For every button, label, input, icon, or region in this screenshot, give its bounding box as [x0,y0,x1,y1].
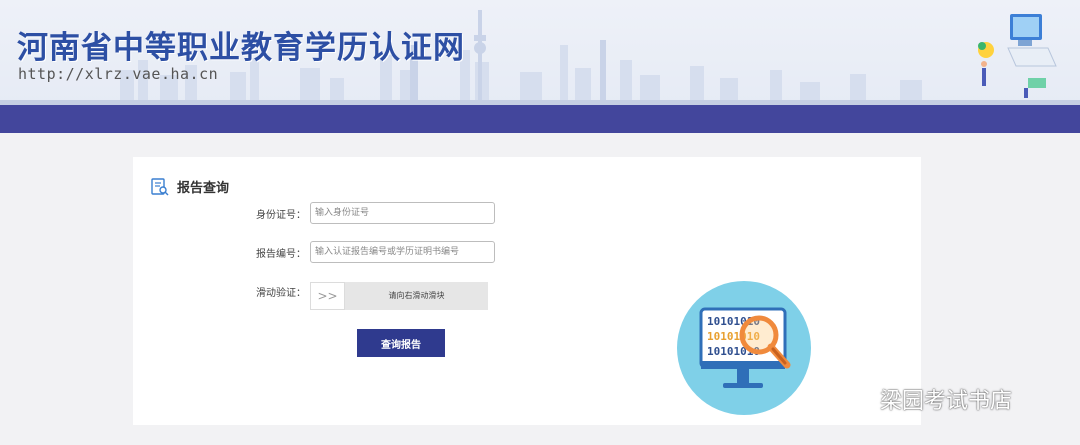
slide-verify-label: 滑动验证： [256,288,306,299]
slide-verify-track[interactable]: >> 请向右滑动滑块 [310,282,488,310]
card-title: 报告查询 [177,181,230,196]
report-number-input[interactable] [310,241,495,263]
site-title: 河南省中等职业教育学历认证网 [17,30,465,66]
nav-bar [0,105,1080,133]
id-number-label: 身份证号： [256,210,306,221]
query-report-button[interactable]: 查询报告 [357,329,445,357]
id-number-input[interactable] [310,202,495,224]
report-query-card: 报告查询 身份证号： 报告编号： 滑动验证： >> 请向右滑动滑块 查询报告 1… [133,157,921,425]
site-header: 河南省中等职业教育学历认证网 http://xlrz.vae.ha.cn [0,0,1080,105]
site-url: http://xlrz.vae.ha.cn [18,65,219,83]
slide-verify-hint: 请向右滑动滑块 [388,291,445,300]
computer-illustration-icon [978,14,1057,98]
report-number-label: 报告编号： [256,249,306,260]
watermark-text: 梁园考试书店 [880,389,1013,414]
document-search-icon [151,177,169,195]
wechat-icon [841,387,872,410]
watermark: 梁园考试书店 [840,383,1012,415]
card-header: 报告查询 [151,177,229,196]
slide-verify-handle[interactable]: >> [310,282,345,310]
binary-magnifier-illustration: 10101010 10101010 10101010 [677,281,811,415]
